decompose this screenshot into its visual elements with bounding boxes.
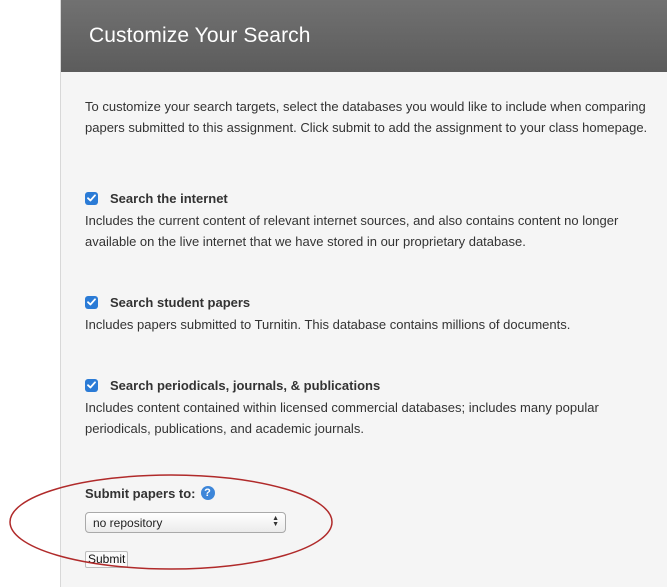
option-head: Search periodicals, journals, & publicat… [85,376,660,394]
submit-button[interactable]: Submit [85,551,129,568]
option-head: Search the internet [85,189,660,207]
checkmark-icon [87,298,96,306]
repository-selected-value: no repository [93,515,163,530]
select-arrows-icon: ▲ ▼ [272,515,279,528]
intro-text: To customize your search targets, select… [85,99,648,135]
option-title: Search periodicals, journals, & publicat… [110,377,381,393]
repository-label-row: Submit papers to: ? [85,484,215,502]
search-periodicals-checkbox[interactable] [85,378,98,392]
repository-select[interactable]: no repository ▲ ▼ [85,512,286,533]
option-head: Search student papers [85,293,660,311]
page-title: Customize Your Search [89,24,311,47]
option-description: Includes papers submitted to Turnitin. T… [85,317,571,332]
option-title: Search student papers [110,294,251,310]
search-student-papers-checkbox[interactable] [85,295,98,309]
page: Customize Your Search To customize your … [0,0,667,587]
checkmark-icon [87,381,96,389]
checkmark-icon [87,194,96,202]
option-description: Includes content contained within licens… [85,400,599,436]
help-icon[interactable]: ? [200,486,215,500]
option-title: Search the internet [110,190,228,206]
panel-header: Customize Your Search [61,0,667,72]
submit-papers-label: Submit papers to: [85,485,196,501]
customize-search-panel: Customize Your Search To customize your … [60,0,667,587]
search-internet-checkbox[interactable] [85,191,98,205]
option-search-internet: Search the internet Includes the current… [85,189,660,252]
option-search-student-papers: Search student papers Includes papers su… [85,293,660,335]
option-description: Includes the current content of relevant… [85,213,619,249]
option-search-periodicals: Search periodicals, journals, & publicat… [85,376,660,439]
